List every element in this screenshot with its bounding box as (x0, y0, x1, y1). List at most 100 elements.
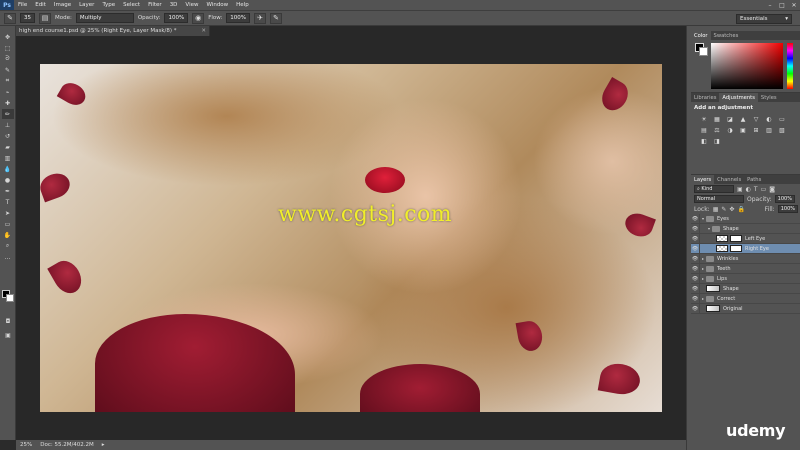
visibility-eye-icon[interactable]: 👁 (691, 233, 700, 244)
filter-pixel-icon[interactable]: ▣ (737, 186, 743, 193)
blur-tool-icon[interactable]: 💧 (2, 164, 14, 174)
color-balance-icon[interactable]: ▭ (777, 116, 787, 123)
quick-mask-icon[interactable]: ◘ (2, 316, 14, 326)
tab-layers[interactable]: Layers (691, 175, 715, 184)
fill-field[interactable]: 100% (777, 205, 798, 213)
flow-field[interactable]: 100% (226, 13, 251, 23)
mode-dropdown[interactable]: Multiply (75, 13, 134, 23)
brush-size-field[interactable]: 35 (20, 13, 35, 23)
path-selection-tool-icon[interactable]: ➤ (2, 208, 14, 218)
tab-libraries[interactable]: Libraries (691, 95, 719, 101)
tab-channels[interactable]: Channels (714, 177, 744, 183)
visibility-eye-icon[interactable]: 👁 (691, 253, 700, 264)
vibrance-icon[interactable]: ▽ (751, 116, 761, 123)
tab-swatches[interactable]: Swatches (711, 33, 742, 39)
layer-mask-thumbnail[interactable] (730, 245, 742, 252)
lasso-tool-icon[interactable]: ᘐ (2, 54, 14, 64)
hand-tool-icon[interactable]: ✋ (2, 230, 14, 240)
layer-row-lips[interactable]: 👁 ▸ Lips (691, 273, 800, 284)
visibility-eye-icon[interactable]: 👁 (691, 303, 700, 314)
layer-row-wrinkles[interactable]: 👁 ▸ Wrinkles (691, 253, 800, 264)
invert-icon[interactable]: ⊞ (751, 127, 761, 134)
eyedropper-tool-icon[interactable]: ⌁ (2, 87, 14, 97)
threshold-icon[interactable]: ▧ (777, 127, 787, 134)
opacity-field[interactable]: 100% (164, 13, 189, 23)
menu-3d[interactable]: 3D (166, 2, 182, 8)
close-tab-icon[interactable]: ✕ (201, 28, 206, 34)
brush-preset-icon[interactable]: ✎ (4, 12, 16, 24)
layer-row-right-eye[interactable]: 👁 Right Eye (691, 243, 800, 254)
menu-edit[interactable]: Edit (31, 2, 50, 8)
layer-row-shape-group[interactable]: 👁 ▾ Shape (691, 223, 800, 234)
type-tool-icon[interactable]: T (2, 197, 14, 207)
visibility-eye-icon[interactable]: 👁 (691, 213, 700, 224)
visibility-eye-icon[interactable]: 👁 (691, 273, 700, 284)
airbrush-icon[interactable]: ✈ (254, 12, 267, 24)
crop-tool-icon[interactable]: ⌗ (2, 76, 14, 86)
lock-move-icon[interactable]: ✥ (729, 206, 734, 213)
screen-mode-icon[interactable]: ▣ (2, 330, 14, 340)
menu-image[interactable]: Image (50, 2, 75, 8)
layer-row-teeth[interactable]: 👁 ▸ Teeth (691, 263, 800, 274)
blend-mode-dropdown[interactable]: Normal (694, 195, 744, 203)
marquee-tool-icon[interactable]: ⬚ (2, 43, 14, 53)
menu-select[interactable]: Select (119, 2, 144, 8)
menu-filter[interactable]: Filter (144, 2, 166, 8)
eraser-tool-icon[interactable]: ▰ (2, 142, 14, 152)
brightness-icon[interactable]: ☀ (699, 116, 709, 123)
layer-row-original[interactable]: 👁 Original (691, 303, 800, 314)
color-picker-field[interactable] (711, 43, 783, 89)
tab-paths[interactable]: Paths (744, 177, 764, 183)
lock-paint-icon[interactable]: ✎ (721, 206, 726, 213)
workspace-dropdown[interactable]: Essentials ▾ (736, 14, 792, 24)
levels-icon[interactable]: ▦ (712, 116, 722, 123)
history-brush-tool-icon[interactable]: ↺ (2, 131, 14, 141)
filter-shape-icon[interactable]: ▭ (761, 186, 767, 193)
lock-all-icon[interactable]: 🔒 (737, 206, 744, 213)
tab-adjustments[interactable]: Adjustments (719, 93, 758, 102)
pen-tool-icon[interactable]: ✒ (2, 186, 14, 196)
gradient-map-icon[interactable]: ◨ (712, 138, 722, 145)
layer-row-eyes[interactable]: 👁 ▾ Eyes (691, 213, 800, 224)
chevron-right-icon[interactable]: ▸ (102, 442, 105, 448)
layer-row-shape[interactable]: 👁 Shape (691, 283, 800, 294)
curves-icon[interactable]: ◪ (725, 116, 735, 123)
brush-tool-icon[interactable]: ✏ (1, 109, 14, 119)
move-tool-icon[interactable]: ✥ (2, 32, 14, 42)
menu-window[interactable]: Window (202, 2, 232, 8)
zoom-level[interactable]: 25% (20, 442, 32, 448)
minimize-button[interactable]: – (764, 2, 776, 9)
menu-view[interactable]: View (181, 2, 202, 8)
maximize-button[interactable]: □ (776, 2, 788, 9)
visibility-eye-icon[interactable]: 👁 (691, 243, 700, 254)
layer-opacity-field[interactable]: 100% (774, 195, 795, 203)
filter-smart-icon[interactable]: ◙ (769, 186, 775, 193)
visibility-eye-icon[interactable]: 👁 (691, 223, 700, 234)
brush-panel-icon[interactable]: ▤ (39, 12, 51, 24)
layer-row-correct[interactable]: 👁 ▸ Correct (691, 293, 800, 304)
tab-styles[interactable]: Styles (758, 95, 780, 101)
visibility-eye-icon[interactable]: 👁 (691, 263, 700, 274)
exposure-icon[interactable]: ▲ (738, 116, 748, 123)
clone-stamp-tool-icon[interactable]: ⊥ (2, 120, 14, 130)
lock-pixels-icon[interactable]: ▦ (713, 206, 719, 213)
black-white-icon[interactable]: ▤ (699, 127, 709, 134)
layer-mask-thumbnail[interactable] (730, 235, 742, 242)
menu-type[interactable]: Type (98, 2, 119, 8)
posterize-icon[interactable]: ▥ (764, 127, 774, 134)
pressure-opacity-icon[interactable]: ◉ (192, 12, 205, 24)
filter-adjustment-icon[interactable]: ◐ (746, 186, 751, 193)
document-tab[interactable]: high end course1.psd @ 25% (Right Eye, L… (16, 26, 210, 36)
background-color-swatch[interactable] (6, 294, 14, 302)
healing-brush-tool-icon[interactable]: ✚ (2, 98, 14, 108)
image-canvas[interactable]: www.cgtsj.com (40, 64, 662, 412)
close-button[interactable]: ✕ (788, 2, 800, 9)
zoom-tool-icon[interactable]: ⌕ (2, 241, 14, 251)
menu-help[interactable]: Help (232, 2, 253, 8)
filter-type-icon[interactable]: T (754, 186, 758, 193)
shape-tool-icon[interactable]: ▭ (2, 219, 14, 229)
more-tools-icon[interactable]: … (2, 252, 14, 262)
selective-color-icon[interactable]: ◧ (699, 138, 709, 145)
menu-file[interactable]: File (14, 2, 31, 8)
pressure-size-icon[interactable]: ✎ (270, 12, 283, 24)
